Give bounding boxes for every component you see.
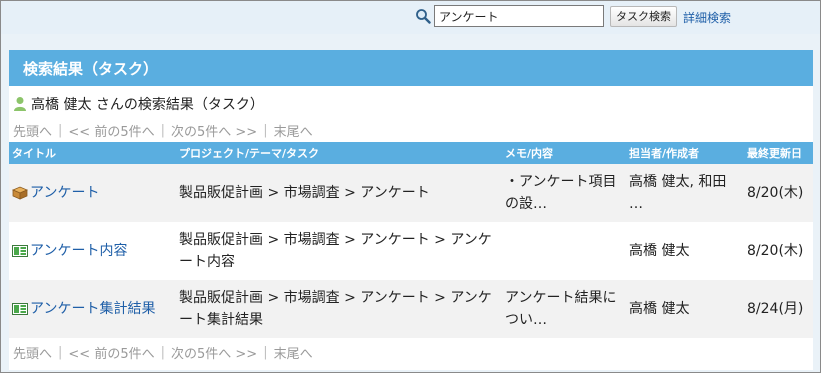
pager-separator: | xyxy=(263,123,268,138)
table-row: アンケート集計結果 製品販促計画 > 市場調査 > アンケート > アンケート集… xyxy=(9,280,813,338)
task-title-link[interactable]: アンケート集計結果 xyxy=(30,298,155,320)
memo-cell: ・アンケート項目の設… xyxy=(502,164,626,222)
pager-next: 次の5件へ >> xyxy=(171,125,258,140)
task-title-link[interactable]: アンケート内容 xyxy=(30,240,127,262)
pager-last: 末尾へ xyxy=(273,347,313,362)
pager-separator: | xyxy=(58,123,63,138)
search-bar: タスク検索 詳細検索 xyxy=(1,1,820,34)
panel-header: 検索結果（タスク） xyxy=(9,50,813,86)
owner-cell: 高橋 健太 xyxy=(629,243,690,259)
pager-last: 末尾へ xyxy=(273,125,313,140)
pager-prev: << 前の5件へ xyxy=(68,347,155,362)
header-owner[interactable]: 担当者/作成者 xyxy=(626,142,744,164)
project-path: 製品販促計画 > 市場調査 > アンケート > アンケート集計結果 xyxy=(176,280,502,338)
task-list-icon xyxy=(12,303,28,315)
search-input[interactable] xyxy=(434,5,604,27)
header-title[interactable]: タイトル xyxy=(9,142,176,164)
memo-cell xyxy=(502,222,626,280)
user-result-heading: 高橋 健太 さんの検索結果（タスク） xyxy=(13,94,264,114)
results-panel: 検索結果（タスク） 高橋 健太 さんの検索結果（タスク） 先頭へ | << 前の… xyxy=(9,50,813,370)
table-row: アンケート内容 製品販促計画 > 市場調査 > アンケート > アンケート内容 … xyxy=(9,222,813,280)
pager-separator: | xyxy=(58,345,63,360)
user-icon xyxy=(14,97,26,111)
task-search-button[interactable]: タスク検索 xyxy=(610,6,677,27)
task-list-icon xyxy=(12,245,28,257)
box-icon xyxy=(12,186,28,200)
panel-title: 検索結果（タスク） xyxy=(23,60,159,78)
project-path: 製品販促計画 > 市場調査 > アンケート > アンケート内容 xyxy=(179,232,492,270)
updated-cell: 8/20(木) xyxy=(744,164,813,222)
header-updated[interactable]: 最終更新日 xyxy=(744,142,813,164)
pager-separator: | xyxy=(263,345,268,360)
pager-separator: | xyxy=(160,123,165,138)
memo-cell: アンケート結果につい… xyxy=(502,280,626,338)
project-path: 製品販促計画 > 市場調査 > アンケート xyxy=(176,164,502,222)
pager-separator: | xyxy=(160,345,165,360)
owner-cell: 高橋 健太 xyxy=(626,280,744,338)
pager-first: 先頭へ xyxy=(13,347,53,362)
results-table: タイトル プロジェクト/テーマ/タスク メモ/内容 担当者/作成者 最終更新日 … xyxy=(9,142,813,338)
pager-top: 先頭へ | << 前の5件へ | 次の5件へ >> | 末尾へ xyxy=(13,121,313,140)
pager-first: 先頭へ xyxy=(13,125,53,140)
pager-prev: << 前の5件へ xyxy=(68,125,155,140)
pager-next: 次の5件へ >> xyxy=(171,347,258,362)
header-project[interactable]: プロジェクト/テーマ/タスク xyxy=(176,142,502,164)
task-title-link[interactable]: アンケート xyxy=(30,182,99,204)
owner-cell: 高橋 健太, 和田 … xyxy=(626,164,744,222)
updated-cell: 8/20(木) xyxy=(747,243,804,259)
updated-cell: 8/24(月) xyxy=(744,280,813,338)
table-row: アンケート 製品販促計画 > 市場調査 > アンケート ・アンケート項目の設… … xyxy=(9,164,813,222)
table-header-row: タイトル プロジェクト/テーマ/タスク メモ/内容 担当者/作成者 最終更新日 xyxy=(9,142,813,164)
user-result-text: 高橋 健太 さんの検索結果（タスク） xyxy=(31,97,264,113)
pager-bottom: 先頭へ | << 前の5件へ | 次の5件へ >> | 末尾へ xyxy=(13,343,313,362)
magnifier-icon xyxy=(416,9,431,24)
header-memo[interactable]: メモ/内容 xyxy=(502,142,626,164)
advanced-search-link[interactable]: 詳細検索 xyxy=(683,9,731,26)
